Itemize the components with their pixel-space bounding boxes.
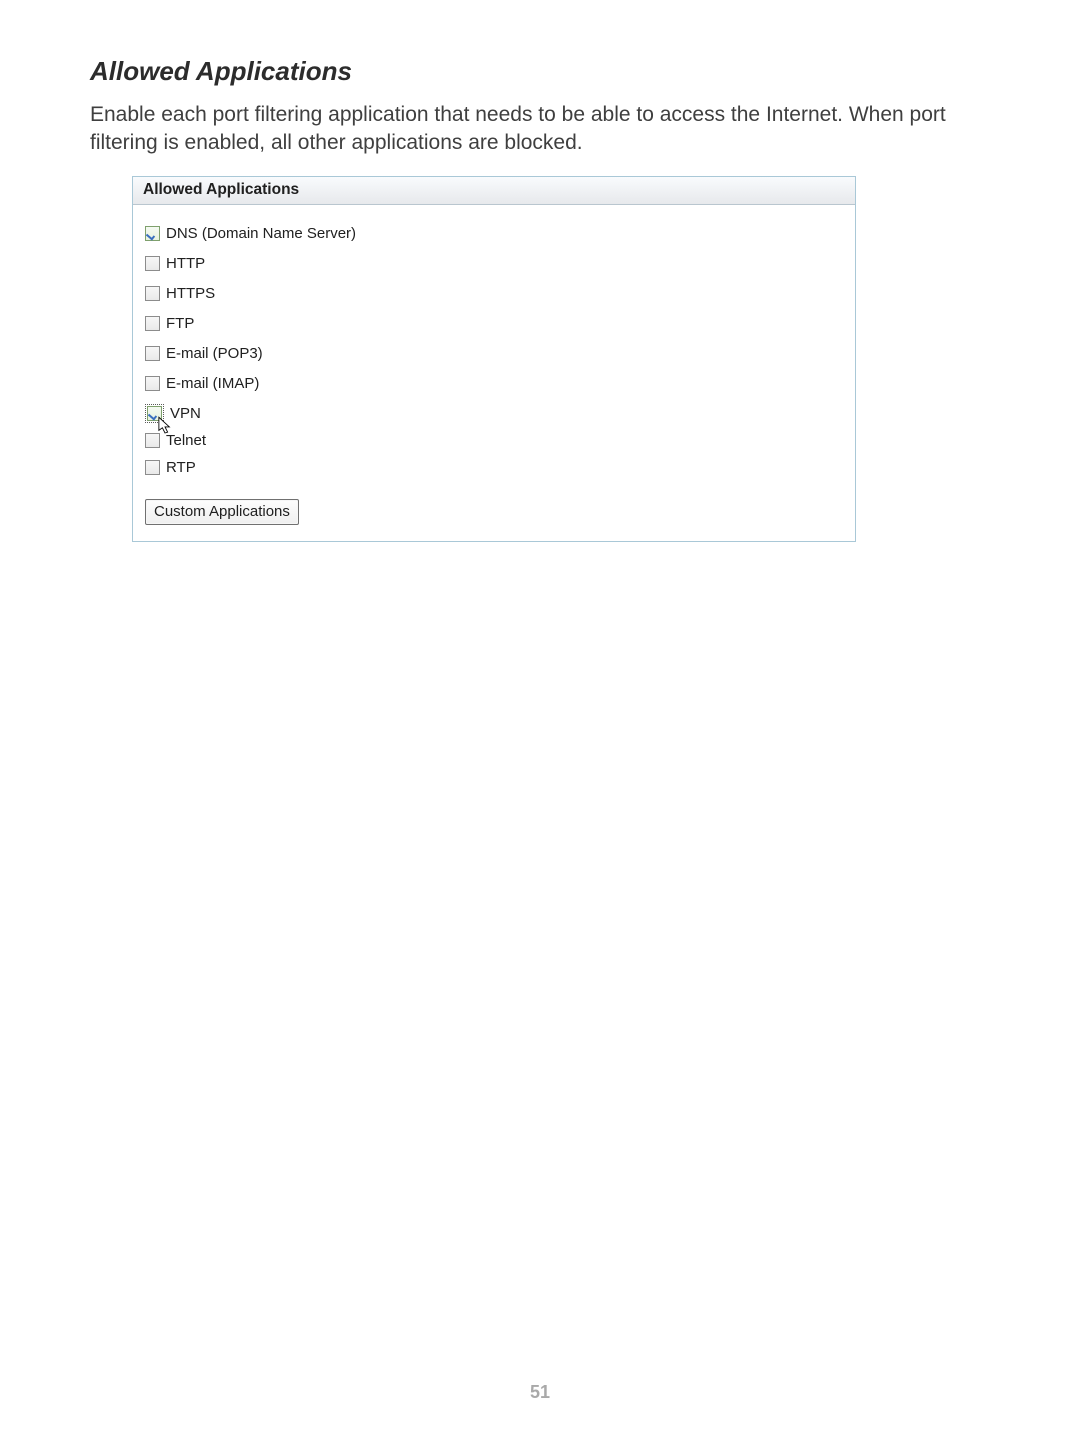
checkbox-label: Telnet — [166, 432, 206, 449]
checkbox-email-imap[interactable] — [145, 376, 160, 391]
section-title: Allowed Applications — [90, 56, 990, 87]
panel-body: DNS (Domain Name Server) HTTP HTTPS FTP — [133, 205, 855, 541]
list-item: HTTP — [145, 249, 843, 279]
list-item: DNS (Domain Name Server) — [145, 219, 843, 249]
checkbox-dns[interactable] — [145, 226, 160, 241]
checkbox-label: E-mail (POP3) — [166, 345, 263, 362]
list-item: E-mail (POP3) — [145, 339, 843, 369]
checkbox-label: DNS (Domain Name Server) — [166, 225, 356, 242]
panel-header: Allowed Applications — [133, 177, 855, 205]
list-item: E-mail (IMAP) — [145, 369, 843, 399]
checkbox-label: RTP — [166, 459, 196, 476]
list-item: FTP — [145, 309, 843, 339]
checkbox-label: HTTP — [166, 255, 205, 272]
panel-container: Allowed Applications DNS (Domain Name Se… — [132, 176, 856, 542]
document-page: Allowed Applications Enable each port fi… — [0, 0, 1080, 1437]
intro-text: Enable each port filtering application t… — [90, 101, 990, 158]
checkbox-label: HTTPS — [166, 285, 215, 302]
checkbox-label: E-mail (IMAP) — [166, 375, 259, 392]
list-item: Telnet — [145, 429, 843, 453]
checkbox-rtp[interactable] — [145, 460, 160, 475]
checkbox-email-pop3[interactable] — [145, 346, 160, 361]
checkbox-https[interactable] — [145, 286, 160, 301]
checkbox-telnet[interactable] — [145, 433, 160, 448]
list-item: HTTPS — [145, 279, 843, 309]
checkbox-focus-ring — [145, 404, 164, 423]
page-number: 51 — [0, 1382, 1080, 1403]
custom-applications-button[interactable]: Custom Applications — [145, 499, 299, 525]
checkbox-http[interactable] — [145, 256, 160, 271]
checkbox-label: FTP — [166, 315, 194, 332]
checkbox-ftp[interactable] — [145, 316, 160, 331]
list-item: RTP — [145, 453, 843, 483]
checkbox-vpn[interactable] — [147, 406, 162, 421]
checkbox-label: VPN — [170, 405, 201, 422]
list-item: VPN — [145, 399, 843, 429]
allowed-applications-panel: Allowed Applications DNS (Domain Name Se… — [132, 176, 856, 542]
